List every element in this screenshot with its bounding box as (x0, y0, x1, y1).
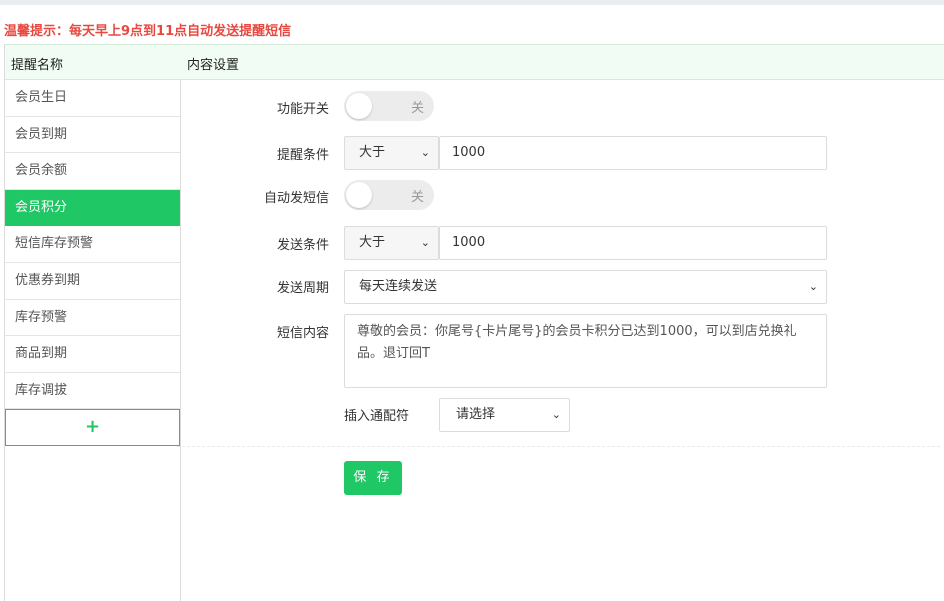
warning-tip: 温馨提示：每天早上9点到11点自动发送提醒短信 (4, 24, 292, 39)
toggle-state-text: 关 (410, 101, 424, 116)
send-condition-operator-select[interactable]: 大于 ⌄ (344, 226, 439, 260)
sms-content-textarea[interactable]: 尊敬的会员：你尾号{卡片尾号}的会员卡积分已达到1000，可以到店兑换礼品。退订… (344, 314, 827, 388)
toggle-knob (346, 182, 372, 208)
sidebar-item-member-expiry[interactable]: 会员到期 (5, 117, 180, 154)
sidebar-item-stock-transfer[interactable]: 库存调拔 (5, 373, 180, 410)
sidebar-item-product-expiry[interactable]: 商品到期 (5, 336, 180, 373)
reminder-panel: 提醒名称 内容设置 会员生日 会员到期 会员余额 会员积分 短信库存预警 优惠券… (4, 44, 944, 601)
header-reminder-name: 提醒名称 (11, 58, 64, 73)
toggle-knob (346, 93, 372, 119)
auto-sms-label: 自动发短信 (263, 191, 329, 206)
insert-placeholder-label: 插入通配符 (344, 409, 410, 424)
send-condition-label: 发送条件 (276, 238, 329, 253)
sidebar-item-member-points[interactable]: 会员积分 (5, 189, 180, 227)
sidebar-item-member-balance[interactable]: 会员余额 (5, 153, 180, 190)
function-switch-toggle[interactable]: 关 (344, 91, 434, 121)
select-value: 每天连续发送 (359, 279, 438, 294)
toggle-state-text: 关 (410, 190, 424, 205)
select-value: 请选择 (456, 407, 496, 422)
save-button[interactable]: 保 存 (344, 461, 402, 495)
auto-sms-toggle[interactable]: 关 (344, 180, 434, 210)
send-cycle-label: 发送周期 (276, 281, 329, 296)
sidebar-item-sms-stock-warning[interactable]: 短信库存预警 (5, 226, 180, 263)
add-reminder-button[interactable]: + (5, 409, 180, 447)
send-cycle-select[interactable]: 每天连续发送 ⌄ (344, 270, 827, 304)
sidebar-item-coupon-expiry[interactable]: 优惠券到期 (5, 263, 180, 300)
send-condition-value-input[interactable]: 1000 (439, 226, 827, 260)
select-value: 大于 (359, 235, 386, 250)
reminder-condition-value-input[interactable]: 1000 (439, 136, 827, 170)
select-value: 大于 (359, 145, 386, 160)
chevron-down-icon: ⌄ (808, 280, 818, 293)
insert-placeholder-select[interactable]: 请选择 ⌄ (439, 398, 570, 432)
chevron-down-icon: ⌄ (420, 146, 430, 159)
form-divider (177, 446, 940, 447)
sidebar-item-stock-warning[interactable]: 库存预警 (5, 300, 180, 337)
reminder-sidebar: 会员生日 会员到期 会员余额 会员积分 短信库存预警 优惠券到期 库存预警 商品… (5, 80, 181, 601)
reminder-condition-operator-select[interactable]: 大于 ⌄ (344, 136, 439, 170)
table-header: 提醒名称 内容设置 (5, 44, 944, 80)
header-content-settings: 内容设置 (187, 58, 240, 73)
reminder-condition-label: 提醒条件 (276, 148, 329, 163)
function-switch-label: 功能开关 (276, 102, 329, 117)
chevron-down-icon: ⌄ (420, 236, 430, 249)
sidebar-item-member-birthday[interactable]: 会员生日 (5, 80, 180, 117)
sms-content-label: 短信内容 (276, 326, 329, 341)
chevron-down-icon: ⌄ (551, 408, 561, 421)
top-bar (0, 0, 944, 5)
